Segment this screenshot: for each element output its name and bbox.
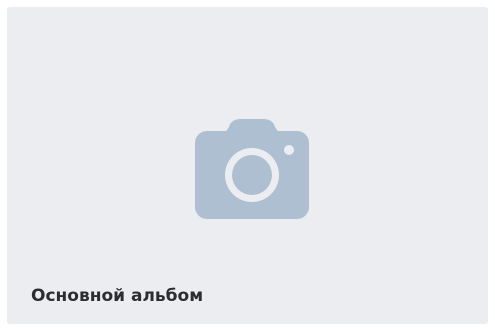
- album-title: Основной альбом: [31, 286, 204, 306]
- camera-icon: [195, 119, 309, 219]
- album-card[interactable]: Основной альбом: [7, 7, 488, 324]
